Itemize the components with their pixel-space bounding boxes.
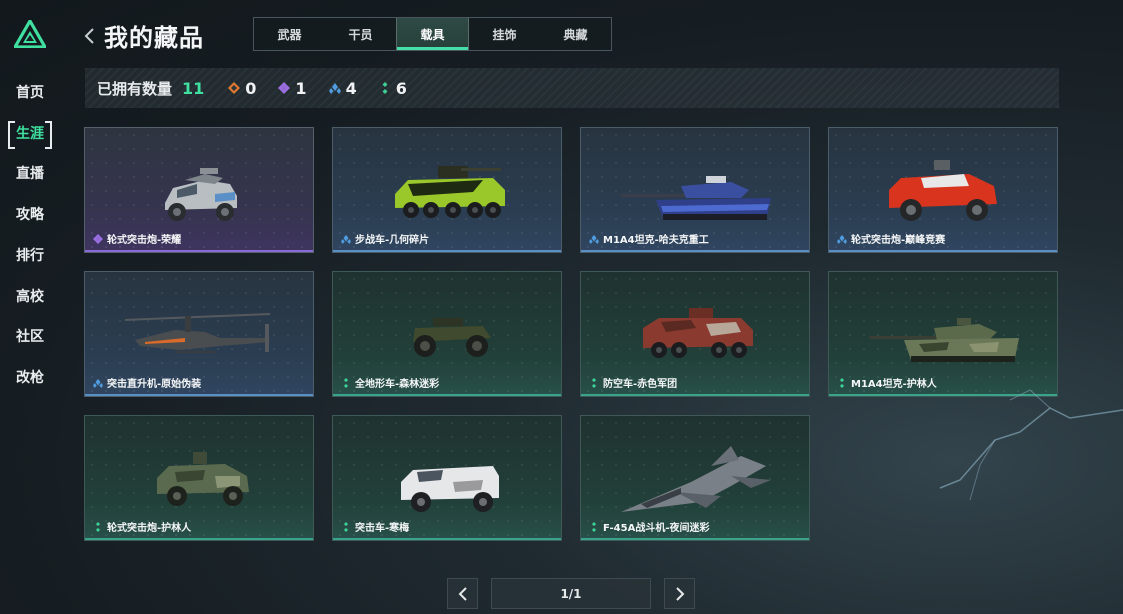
rarity-count-green: 6 [379,79,407,98]
blue-rarity-icon [328,83,341,94]
sidebar-item-gun-mod[interactable]: 改枪 [6,363,54,391]
blue-rarity-icon [93,378,103,388]
vehicle-card[interactable]: F-45A战斗机-夜间迷彩 [580,415,810,541]
vehicle-name: 步战车-几何碎片 [355,235,430,246]
page-indicator: 1/1 [491,578,651,609]
vehicle-card[interactable]: 步战车-几何碎片 [332,127,562,253]
sidebar-item-college[interactable]: 高校 [6,282,54,310]
card-label: 轮式突击炮-护林人 [93,519,191,534]
prev-page-button[interactable] [447,578,478,609]
vehicle-card[interactable]: 轮式突击炮-巅峰竞赛 [828,127,1058,253]
vehicle-name: 轮式突击炮-巅峰竞赛 [851,235,946,246]
vehicle-name: F-45A战斗机-夜间迷彩 [603,523,710,534]
tab-weapons[interactable]: 武器 [254,18,325,50]
vehicle-name: M1A4坦克-护林人 [851,379,937,390]
blue-rarity-icon [589,234,599,244]
back-chevron-icon[interactable] [82,24,98,48]
vehicle-card[interactable]: 防空车-赤色军团 [580,271,810,397]
chevron-right-icon [675,586,684,601]
owned-count-label: 已拥有数量 [97,79,173,98]
category-tabs: 武器 干员 载具 挂饰 典藏 [253,17,612,51]
card-label: M1A4坦克-护林人 [837,375,937,390]
vehicle-card[interactable]: 全地形车-森林迷彩 [332,271,562,397]
vehicle-card[interactable]: 突击车-寒梅 [332,415,562,541]
ownership-summary: 已拥有数量 11 0 1 4 6 [85,68,1059,108]
tab-operators[interactable]: 干员 [325,18,396,50]
card-label: 防空车-赤色军团 [589,375,677,390]
tab-collection[interactable]: 典藏 [540,18,611,50]
green-rarity-icon [341,522,351,532]
green-rarity-icon [589,378,599,388]
vehicle-card[interactable]: 突击直升机-原始伪装 [84,271,314,397]
vehicle-name: 轮式突击炮-护林人 [107,523,192,534]
card-label: 突击直升机-原始伪装 [93,375,201,390]
next-page-button[interactable] [664,578,695,609]
vehicle-name: 防空车-赤色军团 [603,379,678,390]
green-rarity-icon [93,522,103,532]
tab-charms[interactable]: 挂饰 [469,18,540,50]
vehicle-card[interactable]: 轮式突击炮-荣耀 [84,127,314,253]
sidebar-item-community[interactable]: 社区 [6,322,54,350]
vehicle-name: 全地形车-森林迷彩 [355,379,440,390]
card-label: 轮式突击炮-荣耀 [93,231,181,246]
vehicle-card[interactable]: 轮式突击炮-护林人 [84,415,314,541]
tab-vehicles[interactable]: 载具 [396,18,469,50]
blue-rarity-icon [837,234,847,244]
card-label: M1A4坦克-哈夫克重工 [589,231,709,246]
card-label: F-45A战斗机-夜间迷彩 [589,519,709,534]
green-rarity-icon [837,378,847,388]
purple-rarity-icon [278,82,291,94]
vehicle-card[interactable]: M1A4坦克-护林人 [828,271,1058,397]
orange-rarity-icon [228,82,241,94]
vehicle-name: 轮式突击炮-荣耀 [107,235,182,246]
logo-icon [14,20,46,48]
sidebar: 首页 生涯 直播 攻略 排行 高校 社区 改枪 [0,0,62,614]
green-rarity-icon [589,522,599,532]
sidebar-item-live[interactable]: 直播 [6,159,54,187]
card-label: 步战车-几何碎片 [341,231,429,246]
rarity-count-value: 1 [295,78,307,98]
vehicle-card[interactable]: M1A4坦克-哈夫克重工 [580,127,810,253]
sidebar-item-guide[interactable]: 攻略 [6,200,54,228]
sidebar-item-home[interactable]: 首页 [6,78,54,106]
rarity-count-value: 4 [345,78,357,98]
blue-rarity-icon [341,234,351,244]
rarity-count-value: 0 [245,78,257,98]
vehicle-name: M1A4坦克-哈夫克重工 [603,235,709,246]
card-label: 轮式突击炮-巅峰竞赛 [837,231,945,246]
vehicle-name: 突击车-寒梅 [355,523,410,534]
chevron-left-icon [458,586,467,601]
rarity-count-value: 6 [395,78,407,98]
sidebar-item-career[interactable]: 生涯 [6,119,54,149]
rarity-count-purple: 1 [278,78,307,98]
green-rarity-icon [382,82,388,94]
owned-count-value: 11 [182,78,205,98]
card-label: 全地形车-森林迷彩 [341,375,439,390]
page-title: 我的藏品 [104,24,204,52]
card-label: 突击车-寒梅 [341,519,409,534]
purple-rarity-icon [93,234,103,244]
rarity-count-orange: 0 [228,79,256,98]
lightning-decoration [939,389,1123,501]
sidebar-item-ranking[interactable]: 排行 [6,241,54,269]
green-rarity-icon [341,378,351,388]
rarity-count-blue: 4 [328,78,357,98]
vehicle-name: 突击直升机-原始伪装 [107,379,202,390]
